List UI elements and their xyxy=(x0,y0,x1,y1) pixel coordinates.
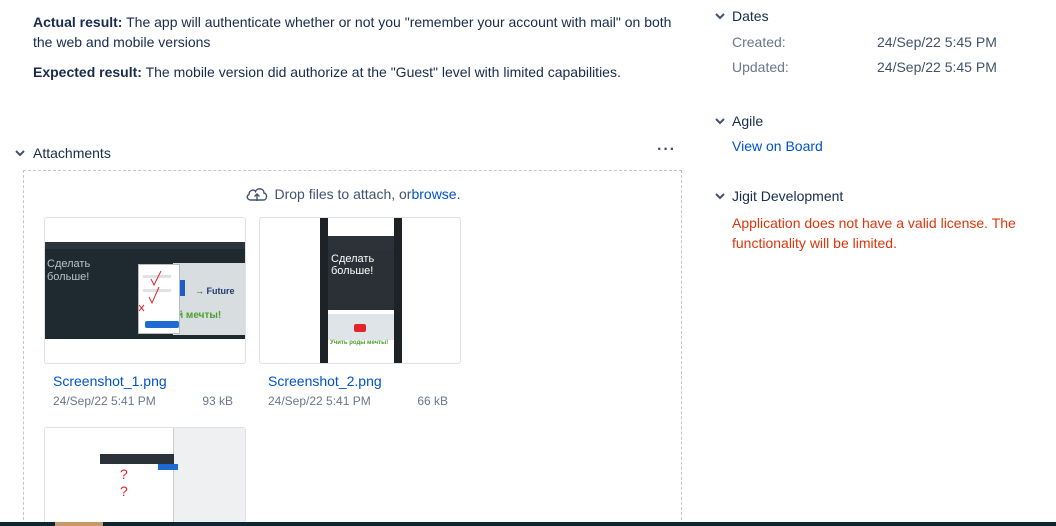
attachment-meta: 24/Sep/22 5:41 PM 66 kB xyxy=(268,394,448,408)
attachment-card[interactable]: Сделать больше! Учить роды мечты! Screen… xyxy=(259,217,461,408)
expected-result-paragraph: Expected result: The mobile version did … xyxy=(33,62,673,82)
attachment-filename[interactable]: Screenshot_2.png xyxy=(268,373,461,389)
thumb-hero-text: Сделать больше! xyxy=(328,250,394,310)
thumb-green-text: Учить роды мечты! xyxy=(330,340,389,346)
agile-header[interactable]: Agile xyxy=(712,111,1042,131)
attachment-meta: 24/Sep/22 5:41 PM 93 kB xyxy=(53,394,233,408)
attachment-card[interactable]: ? ? xyxy=(44,427,246,526)
drop-message: Drop files to attach, or browse. xyxy=(24,185,681,203)
attachment-date: 24/Sep/22 5:41 PM xyxy=(268,394,371,408)
dates-header[interactable]: Dates xyxy=(712,6,1042,26)
browse-link[interactable]: browse. xyxy=(411,186,460,202)
thumb-question-mark: ? xyxy=(120,466,128,482)
cloud-upload-icon xyxy=(245,185,269,203)
expected-result-label: Expected result: xyxy=(33,64,142,80)
chevron-down-icon[interactable] xyxy=(712,188,728,204)
created-row: Created: 24/Sep/22 5:45 PM xyxy=(732,34,1042,51)
chevron-down-icon[interactable] xyxy=(712,8,728,24)
thumb-video-icon xyxy=(354,324,366,332)
updated-value: 24/Sep/22 5:45 PM xyxy=(877,59,997,75)
more-options-icon[interactable]: ··· xyxy=(657,141,676,159)
attachment-thumbnail[interactable]: ? ? xyxy=(44,427,246,526)
attachment-size: 66 kB xyxy=(417,394,448,408)
thumb-question-mark: ? xyxy=(120,483,128,499)
agile-section: Agile View on Board xyxy=(712,111,1042,154)
updated-label: Updated: xyxy=(732,59,789,75)
bottom-strip xyxy=(0,522,1056,526)
attachment-card[interactable]: Сделать больше! → Future й мечты! Screen… xyxy=(44,217,246,408)
chevron-down-icon[interactable] xyxy=(12,145,28,161)
attachments-title: Attachments xyxy=(33,145,111,161)
thumb-green-text: й мечты! xyxy=(177,310,222,321)
actual-result-label: Actual result: xyxy=(33,14,123,30)
expected-result-text: The mobile version did authorize at the … xyxy=(141,64,621,80)
drop-text: Drop files to attach, or xyxy=(274,186,412,202)
jigit-section: Jigit Development Application does not h… xyxy=(712,186,1042,253)
attachment-date: 24/Sep/22 5:41 PM xyxy=(53,394,156,408)
chevron-down-icon[interactable] xyxy=(712,113,728,129)
dates-title: Dates xyxy=(732,8,769,24)
attachment-thumbnail[interactable]: Сделать больше! Учить роды мечты! xyxy=(259,217,461,364)
thumb-future-text: → Future xyxy=(195,286,235,296)
dates-section: Dates Created: 24/Sep/22 5:45 PM Updated… xyxy=(712,6,1042,76)
thumb-hero-text: Сделать больше! xyxy=(47,258,91,283)
attachment-size: 93 kB xyxy=(202,394,233,408)
created-label: Created: xyxy=(732,34,786,50)
agile-title: Agile xyxy=(732,113,764,129)
jigit-header[interactable]: Jigit Development xyxy=(712,186,1042,206)
actual-result-paragraph: Actual result: The app will authenticate… xyxy=(33,12,673,52)
view-on-board-link[interactable]: View on Board xyxy=(732,138,1042,154)
attachment-thumbnail[interactable]: Сделать больше! → Future й мечты! xyxy=(44,217,246,364)
jigit-title: Jigit Development xyxy=(732,188,844,204)
attachments-header[interactable]: Attachments ··· xyxy=(12,141,684,163)
created-value: 24/Sep/22 5:45 PM xyxy=(877,34,997,50)
license-error-message: Application does not have a valid licens… xyxy=(732,215,1016,251)
actual-result-text: The app will authenticate whether or not… xyxy=(33,14,672,50)
issue-description: Actual result: The app will authenticate… xyxy=(33,12,673,92)
attachment-filename[interactable]: Screenshot_1.png xyxy=(53,373,246,389)
updated-row: Updated: 24/Sep/22 5:45 PM xyxy=(732,59,1042,76)
attachments-dropzone[interactable]: Drop files to attach, or browse. Сделать… xyxy=(23,170,682,526)
